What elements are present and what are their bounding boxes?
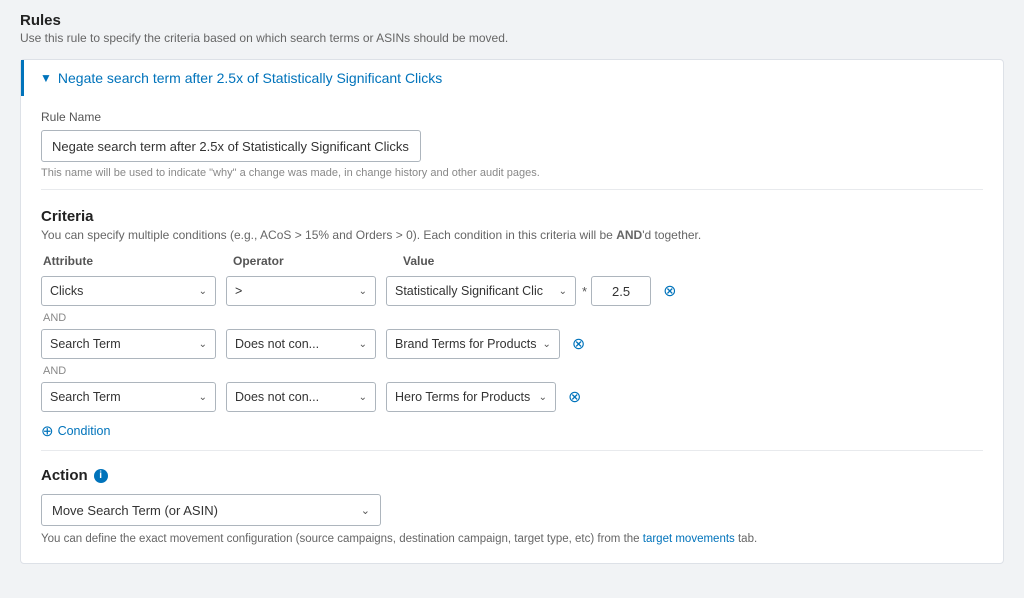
attribute-value-3: Search Term [50,390,193,404]
page-title: Rules [20,12,1004,29]
action-title: Action i [41,467,983,484]
chevron-down-icon[interactable]: ▼ [40,71,52,85]
and-label-1: AND [43,312,983,324]
multiplier-symbol: * [582,284,587,299]
attribute-select-2[interactable]: Search Term ⌄ [41,329,216,359]
rule-card-body: Rule Name This name will be used to indi… [21,96,1003,563]
divider-action [41,450,983,451]
rule-name-label: Rule Name [41,110,983,124]
value-text-3: Hero Terms for Products [395,390,533,404]
add-condition-label: Condition [58,424,111,438]
rule-name-hint: This name will be used to indicate "why"… [41,167,983,179]
delete-icon-3[interactable]: ⊗ [568,387,581,407]
action-select-value: Move Search Term (or ASIN) [52,503,361,518]
criteria-row-2: Search Term ⌄ Does not con... ⌄ Brand Te… [41,329,983,359]
operator-select-3[interactable]: Does not con... ⌄ [226,382,376,412]
rule-card-header: ▼ Negate search term after 2.5x of Stati… [21,60,1003,96]
value-text-1: Statistically Significant Clic [395,284,553,298]
chevron-down-icon: ⌄ [533,392,547,403]
chevron-down-icon: ⌄ [353,286,367,297]
chevron-down-icon: ⌄ [193,286,207,297]
column-headers: Attribute Operator Value [41,254,983,268]
plus-circle-icon: ⊕ [41,422,54,440]
and-label-2: AND [43,365,983,377]
value-select-1[interactable]: Statistically Significant Clic ⌄ [386,276,576,306]
attribute-select-1[interactable]: Clicks ⌄ [41,276,216,306]
page-subtitle: Use this rule to specify the criteria ba… [20,31,1004,45]
delete-icon-1[interactable]: ⊗ [663,281,676,301]
chevron-down-icon: ⌄ [537,339,551,350]
operator-select-1[interactable]: > ⌄ [226,276,376,306]
target-movements-link[interactable]: target movements [643,533,735,545]
operator-value-1: > [235,284,353,298]
attribute-value-1: Clicks [50,284,193,298]
chevron-down-icon: ⌄ [193,339,207,350]
criteria-title: Criteria [41,208,983,225]
criteria-section: Criteria You can specify multiple condit… [41,208,983,440]
criteria-row-3: Search Term ⌄ Does not con... ⌄ Hero Ter… [41,382,983,412]
delete-icon-2[interactable]: ⊗ [572,334,585,354]
page-container: Rules Use this rule to specify the crite… [0,0,1024,598]
chevron-down-icon: ⌄ [553,286,567,297]
rule-name-input[interactable] [41,130,421,162]
action-section: Action i Move Search Term (or ASIN) ⌄ Yo… [41,467,983,545]
operator-value-2: Does not con... [235,337,353,351]
criteria-row-1: Clicks ⌄ > ⌄ Statistically Significant C… [41,276,983,306]
add-condition-button[interactable]: ⊕ Condition [41,422,983,440]
info-icon[interactable]: i [94,469,108,483]
chevron-down-icon: ⌄ [353,392,367,403]
operator-select-2[interactable]: Does not con... ⌄ [226,329,376,359]
attribute-select-3[interactable]: Search Term ⌄ [41,382,216,412]
chevron-down-icon: ⌄ [361,504,370,517]
col-header-attribute: Attribute [43,254,223,268]
operator-value-3: Does not con... [235,390,353,404]
col-header-operator: Operator [233,254,393,268]
chevron-down-icon: ⌄ [193,392,207,403]
multiplier-input-1[interactable] [591,276,651,306]
divider [41,189,983,190]
value-text-2: Brand Terms for Products [395,337,537,351]
col-header-value: Value [403,254,981,268]
value-select-2[interactable]: Brand Terms for Products ⌄ [386,329,560,359]
value-select-3[interactable]: Hero Terms for Products ⌄ [386,382,556,412]
rule-card: ▼ Negate search term after 2.5x of Stati… [20,59,1004,564]
attribute-value-2: Search Term [50,337,193,351]
rule-card-title: Negate search term after 2.5x of Statist… [58,70,442,86]
criteria-hint: You can specify multiple conditions (e.g… [41,228,983,242]
action-select[interactable]: Move Search Term (or ASIN) ⌄ [41,494,381,526]
action-hint: You can define the exact movement config… [41,533,983,545]
chevron-down-icon: ⌄ [353,339,367,350]
